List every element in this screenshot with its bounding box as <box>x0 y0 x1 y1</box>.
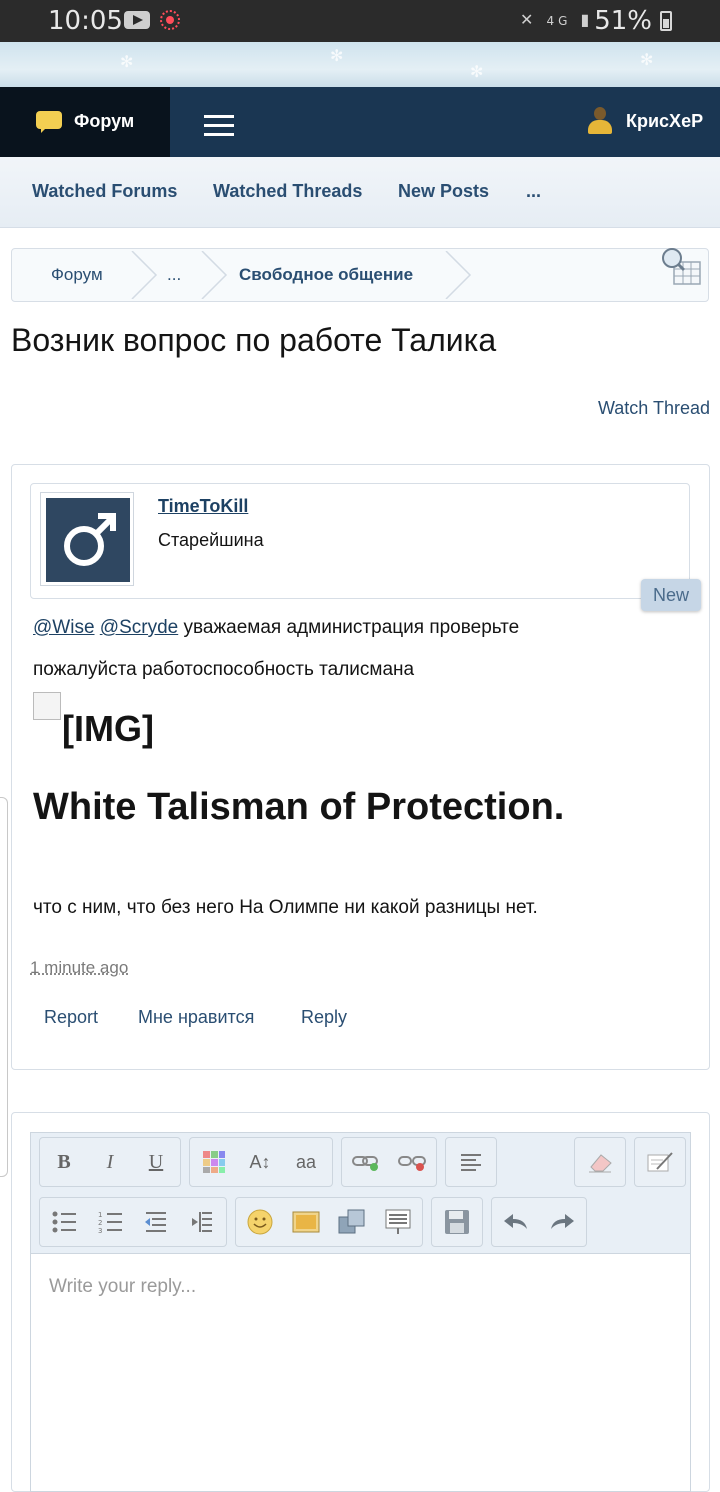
breadcrumb-separator-icon <box>444 251 480 299</box>
post-message-line-2: пожалуйста работоспособность талисмана <box>33 659 414 681</box>
breadcrumb-item-ellipsis[interactable]: ... <box>167 265 181 285</box>
reply-link[interactable]: Reply <box>301 1007 347 1028</box>
youtube-notification-icon <box>124 11 150 29</box>
quote-icon[interactable] <box>380 1204 416 1240</box>
align-icon[interactable] <box>453 1144 489 1180</box>
subnav-more[interactable]: ... <box>526 181 541 202</box>
network-type-icon: 4G <box>547 14 572 28</box>
toolbar-group-align <box>445 1137 497 1187</box>
unlink-icon[interactable] <box>394 1144 430 1180</box>
side-panel-edge[interactable] <box>0 797 8 1177</box>
toolbar-group-link <box>341 1137 437 1187</box>
toolbar-group-text-style: B I U <box>39 1137 181 1187</box>
link-icon[interactable] <box>348 1144 384 1180</box>
breadcrumb-separator-icon <box>130 251 166 299</box>
breadcrumb-item-forum[interactable]: Форум <box>51 265 103 285</box>
battery-icon <box>660 11 672 31</box>
editor-toolbar: B I U A↕ aa 123 <box>31 1133 690 1254</box>
breadcrumb-separator-icon <box>200 251 236 299</box>
reply-textarea[interactable] <box>31 1254 690 1480</box>
header-banner: ✻ ✻ ✻ ✻ <box>0 42 720 88</box>
post-text: уважаемая администрация проверьте <box>178 617 519 638</box>
battery-percent: 51% <box>594 6 652 36</box>
thread-title: Возник вопрос по работе Талика <box>11 322 496 359</box>
post-message-line-3: что с ним, что без него На Олимпе ни как… <box>33 897 538 919</box>
new-badge: New <box>641 579 701 611</box>
post-heading: White Talisman of Protection. <box>33 786 564 829</box>
toolbar-group-history <box>491 1197 587 1247</box>
forum-chat-icon <box>36 111 62 129</box>
toolbar-group-insert <box>235 1197 423 1247</box>
remove-format-icon[interactable] <box>582 1144 618 1180</box>
snowflake-icon: ✻ <box>640 50 653 70</box>
like-link[interactable]: Мне нравится <box>138 1007 254 1028</box>
toolbar-group-lists: 123 <box>39 1197 227 1247</box>
font-size-icon[interactable]: A↕ <box>242 1144 278 1180</box>
snowflake-icon: ✻ <box>120 52 133 72</box>
snowflake-icon: ✻ <box>330 46 343 66</box>
subnav-watched-forums[interactable]: Watched Forums <box>32 181 177 202</box>
underline-icon[interactable]: U <box>138 1144 174 1180</box>
signal-icons: ✕ 4G ▮ <box>520 10 593 29</box>
image-alt-text: [IMG] <box>62 708 154 750</box>
breadcrumb: Форум ... Свободное общение <box>11 248 709 302</box>
undo-icon[interactable] <box>498 1204 534 1240</box>
post-timestamp[interactable]: 1 minute ago <box>30 958 128 978</box>
outdent-icon[interactable] <box>138 1204 174 1240</box>
nav-forum-tab[interactable]: Форум <box>0 87 170 157</box>
top-nav: Форум КрисХеР <box>0 87 720 157</box>
toolbar-group-font: A↕ aa <box>189 1137 333 1187</box>
quick-search-icon[interactable] <box>658 246 704 290</box>
subnav-watched-threads[interactable]: Watched Threads <box>213 181 362 202</box>
status-bar: 10:05 ✕ 4G ▮ 51% <box>0 0 720 42</box>
post-message-line-1: @Wise @Scryde уважаемая администрация пр… <box>33 617 519 639</box>
bold-icon[interactable]: B <box>46 1144 82 1180</box>
redo-icon[interactable] <box>544 1204 580 1240</box>
smilie-icon[interactable] <box>242 1204 278 1240</box>
save-draft-icon[interactable] <box>439 1204 475 1240</box>
bullet-list-icon[interactable] <box>46 1204 82 1240</box>
svg-text:2: 2 <box>98 1219 102 1227</box>
numbered-list-icon[interactable]: 123 <box>92 1204 128 1240</box>
watch-thread-link[interactable]: Watch Thread <box>598 398 710 419</box>
svg-text:1: 1 <box>98 1211 102 1219</box>
user-name-link[interactable]: КрисХеР <box>626 111 703 132</box>
mention-link-wise[interactable]: @Wise <box>33 617 95 638</box>
mention-link-scryde[interactable]: @Scryde <box>100 617 178 638</box>
avatar[interactable] <box>46 498 130 582</box>
male-symbol-icon <box>46 498 130 582</box>
svg-text:3: 3 <box>98 1227 102 1233</box>
menu-icon[interactable] <box>204 115 234 137</box>
breadcrumb-item-current[interactable]: Свободное общение <box>239 265 413 285</box>
font-family-icon[interactable]: aa <box>288 1144 324 1180</box>
status-time: 10:05 <box>48 6 123 36</box>
toolbar-group-draft <box>431 1197 483 1247</box>
post-author-link[interactable]: TimeToKill <box>158 496 248 517</box>
post-author-title: Старейшина <box>158 530 264 551</box>
snowflake-icon: ✻ <box>470 62 483 82</box>
sub-nav: Watched Forums Watched Threads New Posts… <box>0 157 720 228</box>
source-icon[interactable] <box>642 1144 678 1180</box>
recording-icon <box>160 10 180 30</box>
mute-icon: ✕ <box>520 10 537 29</box>
user-avatar-icon[interactable] <box>586 107 614 137</box>
signal-strength-icon: ▮ <box>581 10 594 29</box>
nav-forum-label: Форум <box>74 111 134 132</box>
color-icon[interactable] <box>196 1144 232 1180</box>
broken-image-icon <box>33 692 61 720</box>
italic-icon[interactable]: I <box>92 1144 128 1180</box>
toolbar-group-remove <box>574 1137 626 1187</box>
toolbar-group-source <box>634 1137 686 1187</box>
image-icon[interactable] <box>288 1204 324 1240</box>
media-icon[interactable] <box>334 1204 370 1240</box>
indent-icon[interactable] <box>184 1204 220 1240</box>
report-link[interactable]: Report <box>44 1007 98 1028</box>
subnav-new-posts[interactable]: New Posts <box>398 181 489 202</box>
